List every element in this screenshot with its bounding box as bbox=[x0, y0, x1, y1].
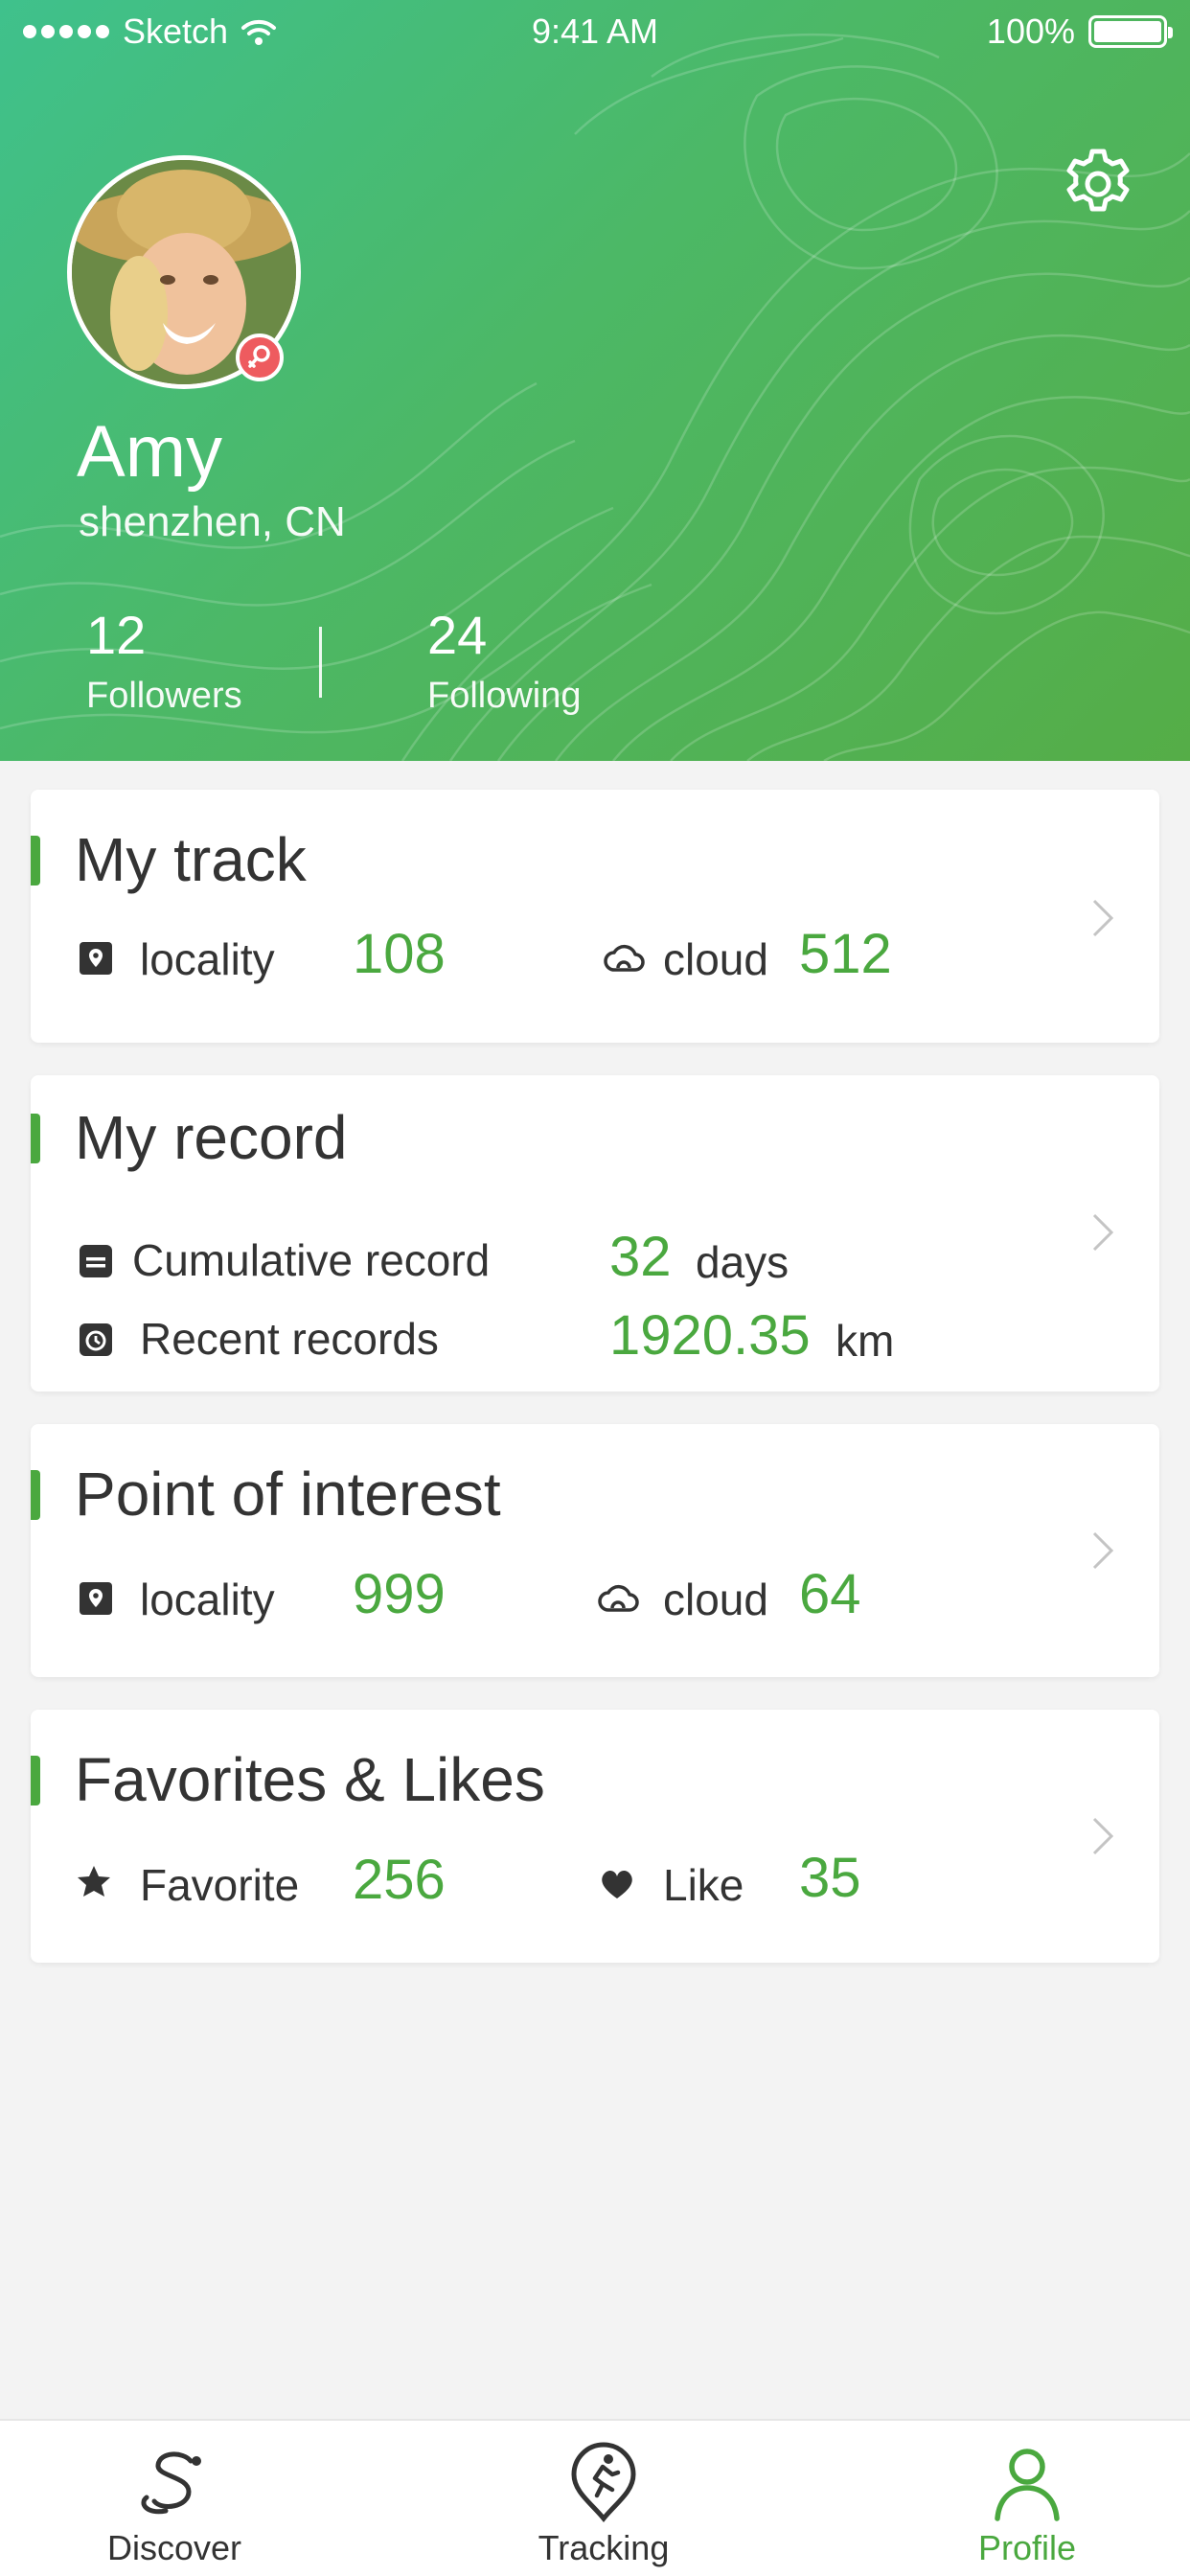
locality-value: 108 bbox=[353, 923, 446, 985]
tab-discover[interactable]: Discover bbox=[31, 2421, 318, 2576]
locality-label: locality bbox=[140, 934, 275, 984]
heart-icon bbox=[602, 1871, 632, 1898]
status-bar: Sketch 9:41 AM 100% bbox=[0, 0, 1190, 63]
card-accent-bar bbox=[31, 836, 40, 886]
cloud-icon bbox=[598, 1584, 639, 1612]
followers-label: Followers bbox=[86, 676, 242, 716]
recent-records-label: Recent records bbox=[140, 1314, 439, 1364]
cumulative-record-label: Cumulative record bbox=[132, 1235, 491, 1285]
star-icon bbox=[78, 1866, 110, 1897]
status-right: 100% bbox=[986, 12, 1173, 52]
chevron-right-icon bbox=[1092, 1213, 1114, 1252]
card-accent-bar bbox=[31, 1756, 40, 1806]
favorite-label: Favorite bbox=[140, 1860, 300, 1910]
cloud-value: 512 bbox=[799, 923, 892, 985]
recent-clock-icon bbox=[80, 1323, 112, 1356]
locality-icon bbox=[80, 942, 112, 975]
following-label: Following bbox=[427, 676, 582, 716]
cloud-label: cloud bbox=[663, 934, 768, 984]
profile-header: Sketch 9:41 AM 100% Amy shenzhen, CN 12 … bbox=[0, 0, 1190, 761]
card-title: My record bbox=[75, 1103, 348, 1172]
like-label: Like bbox=[663, 1860, 744, 1910]
recent-records-unit: km bbox=[835, 1316, 895, 1366]
cloud-label: cloud bbox=[663, 1575, 768, 1624]
following-stat[interactable]: 24 Following bbox=[427, 604, 582, 717]
tab-label: Discover bbox=[106, 2528, 242, 2567]
cloud-icon bbox=[604, 944, 645, 972]
settings-gear-icon[interactable] bbox=[1060, 146, 1136, 222]
cloud-value: 64 bbox=[799, 1563, 861, 1625]
profile-name: Amy bbox=[77, 411, 222, 493]
female-icon bbox=[248, 345, 270, 368]
tab-label: Tracking bbox=[538, 2528, 670, 2567]
discover-icon bbox=[141, 2451, 201, 2515]
following-count: 24 bbox=[427, 605, 488, 665]
avatar-container[interactable] bbox=[67, 155, 301, 389]
point-of-interest-card[interactable]: Point of interest locality 999 cloud 64 bbox=[31, 1424, 1159, 1677]
favorites-likes-card[interactable]: Favorites & Likes Favorite 256 Like 35 bbox=[31, 1710, 1159, 1963]
tracking-icon bbox=[571, 2442, 636, 2522]
tab-tracking[interactable]: Tracking bbox=[460, 2421, 747, 2576]
profile-location: shenzhen, CN bbox=[79, 498, 346, 545]
card-accent-bar bbox=[31, 1114, 40, 1163]
recent-records-value: 1920.35 bbox=[609, 1304, 811, 1367]
followers-stat[interactable]: 12 Followers bbox=[86, 604, 242, 717]
profile-icon bbox=[995, 2449, 1060, 2521]
chevron-right-icon bbox=[1092, 1817, 1114, 1855]
card-title: Point of interest bbox=[75, 1460, 501, 1529]
card-title: My track bbox=[75, 825, 307, 894]
cumulative-record-value: 32 bbox=[609, 1226, 672, 1288]
battery-percent: 100% bbox=[986, 12, 1075, 51]
my-track-card[interactable]: My track locality 108 cloud 512 bbox=[31, 790, 1159, 1043]
card-accent-bar bbox=[31, 1470, 40, 1520]
chevron-right-icon bbox=[1092, 1531, 1114, 1570]
locality-label: locality bbox=[140, 1575, 275, 1624]
chevron-right-icon bbox=[1092, 899, 1114, 937]
stat-divider bbox=[319, 627, 322, 698]
card-title: Favorites & Likes bbox=[75, 1745, 545, 1814]
favorite-value: 256 bbox=[353, 1849, 446, 1911]
tab-label: Profile bbox=[977, 2528, 1077, 2567]
locality-value: 999 bbox=[353, 1563, 446, 1625]
locality-icon bbox=[80, 1582, 112, 1615]
my-record-card[interactable]: My record Cumulative record 32 days Rece… bbox=[31, 1075, 1159, 1392]
like-value: 35 bbox=[799, 1847, 861, 1909]
battery-icon bbox=[1088, 15, 1173, 48]
gender-badge bbox=[236, 334, 284, 381]
calendar-record-icon bbox=[80, 1245, 112, 1277]
followers-count: 12 bbox=[86, 605, 147, 665]
tab-bar: Discover Tracking Profile bbox=[0, 2419, 1190, 2576]
tab-profile[interactable]: Profile bbox=[883, 2421, 1171, 2576]
cumulative-record-unit: days bbox=[696, 1237, 790, 1287]
